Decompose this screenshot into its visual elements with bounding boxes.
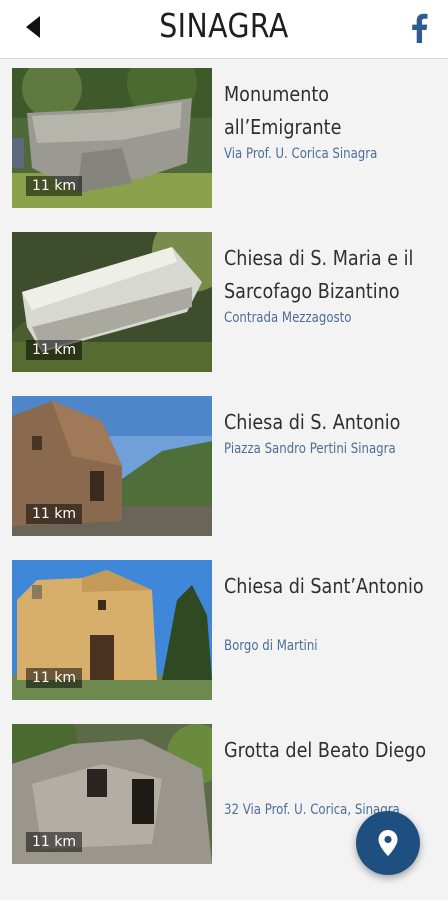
- place-thumbnail: 11 km: [12, 724, 212, 864]
- distance-badge: 11 km: [26, 832, 83, 852]
- place-name: Grotta del Beato Diego: [224, 738, 427, 762]
- map-button[interactable]: [356, 811, 420, 875]
- place-name: Monumento all’Emigrante: [224, 82, 342, 139]
- place-address: Piazza Sandro Pertini Sinagra: [224, 441, 396, 457]
- distance-badge: 11 km: [26, 668, 83, 688]
- place-name: Chiesa di Sant’Antonio: [224, 574, 424, 598]
- list-item[interactable]: 11 km Chiesa di Sant’Antonio Borgo di Ma…: [12, 560, 442, 702]
- distance-badge: 11 km: [26, 340, 83, 360]
- list-item[interactable]: 11 km Monumento all’Emigrante Via Prof. …: [12, 68, 442, 210]
- page-title: SINAGRA: [159, 6, 289, 45]
- distance-badge: 11 km: [26, 504, 83, 524]
- place-address: Contrada Mezzagosto: [224, 310, 352, 326]
- list-item[interactable]: 11 km Chiesa di S. Antonio Piazza Sandro…: [12, 396, 442, 538]
- place-thumbnail: 11 km: [12, 232, 212, 372]
- distance-badge: 11 km: [26, 176, 83, 196]
- place-name: Chiesa di S. Antonio: [224, 410, 401, 434]
- app-header: SINAGRA: [0, 0, 448, 59]
- facebook-icon: [412, 13, 428, 43]
- map-pin-icon: [378, 830, 398, 856]
- place-address: Borgo di Martini: [224, 638, 318, 654]
- place-thumbnail: 11 km: [12, 396, 212, 536]
- places-list[interactable]: 11 km Monumento all’Emigrante Via Prof. …: [0, 59, 448, 900]
- place-address: Via Prof. U. Corica Sinagra: [224, 146, 378, 162]
- place-thumbnail: 11 km: [12, 560, 212, 700]
- place-name: Chiesa di S. Maria e il Sarcofago Bizant…: [224, 246, 414, 303]
- place-thumbnail: 11 km: [12, 68, 212, 208]
- list-item[interactable]: 11 km Chiesa di S. Maria e il Sarcofago …: [12, 232, 442, 374]
- facebook-button[interactable]: [408, 12, 430, 44]
